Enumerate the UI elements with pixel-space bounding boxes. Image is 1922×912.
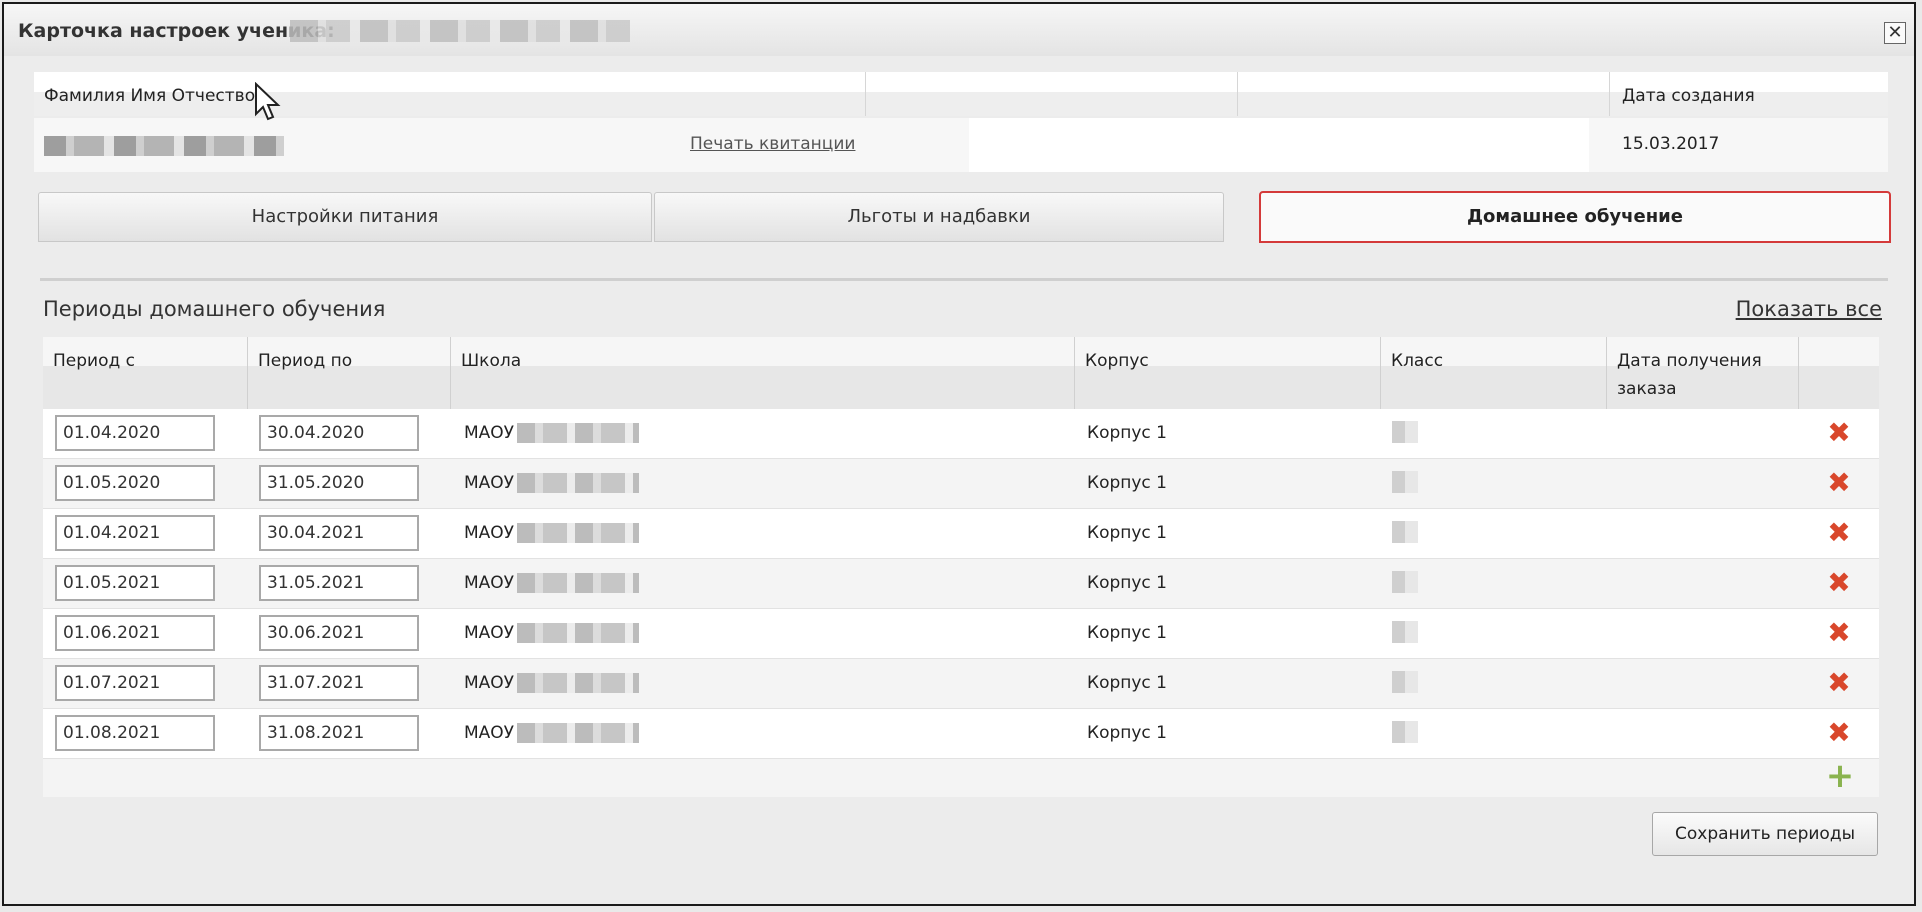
building-name: Корпус 1 <box>1087 473 1168 493</box>
school-name: МАОУ <box>464 623 515 643</box>
student-name-redacted <box>290 20 630 42</box>
class-redacted <box>1392 721 1418 743</box>
table-row: МАОУ Корпус 1 ✖ <box>43 709 1879 759</box>
period-to-input[interactable] <box>259 665 419 701</box>
th-order-date: Дата получения заказа <box>1607 337 1799 409</box>
period-from-input[interactable] <box>55 715 215 751</box>
delete-icon[interactable]: ✖ <box>1825 719 1853 747</box>
table-header: Период с Период по Школа Корпус Класс Да… <box>43 337 1879 409</box>
delete-icon[interactable]: ✖ <box>1825 519 1853 547</box>
period-from-input[interactable] <box>55 615 215 651</box>
school-name: МАОУ <box>464 673 515 693</box>
period-from-input[interactable] <box>55 515 215 551</box>
mouse-cursor-icon <box>255 82 281 121</box>
school-name: МАОУ <box>464 523 515 543</box>
delete-icon[interactable]: ✖ <box>1825 669 1853 697</box>
school-name-redacted <box>517 573 639 593</box>
header-col-date: Дата создания <box>1610 72 1888 116</box>
building-name: Корпус 1 <box>1087 573 1168 593</box>
period-to-input[interactable] <box>259 415 419 451</box>
header-full-name: Фамилия Имя Отчество <box>44 86 256 106</box>
full-name-redacted <box>44 136 284 156</box>
table-row: МАОУ Корпус 1 ✖ <box>43 609 1879 659</box>
dialog-title: Карточка настроек ученика: <box>18 20 335 42</box>
student-info-table: Фамилия Имя Отчество Дата создания Печат… <box>34 72 1888 172</box>
header-col-name: Фамилия Имя Отчество <box>34 72 866 116</box>
th-actions <box>1799 337 1879 409</box>
delete-icon[interactable]: ✖ <box>1825 469 1853 497</box>
section-title: Периоды домашнего обучения <box>43 297 386 321</box>
school-name-redacted <box>517 623 639 643</box>
print-receipt-link[interactable]: Печать квитанции <box>690 134 855 154</box>
info-empty-cell <box>969 118 1589 172</box>
building-name: Корпус 1 <box>1087 523 1168 543</box>
delete-icon[interactable]: ✖ <box>1825 569 1853 597</box>
tab-nutrition-settings[interactable]: Настройки питания <box>38 192 652 242</box>
class-redacted <box>1392 671 1418 693</box>
table-row: МАОУ Корпус 1 ✖ <box>43 509 1879 559</box>
school-name: МАОУ <box>464 573 515 593</box>
class-redacted <box>1392 621 1418 643</box>
period-to-input[interactable] <box>259 565 419 601</box>
close-icon[interactable]: ✕ <box>1884 22 1906 44</box>
add-icon[interactable]: + <box>1825 759 1855 793</box>
section-divider <box>40 278 1888 281</box>
tab-home-schooling[interactable]: Домашнее обучение <box>1259 191 1891 243</box>
th-period-from: Период с <box>43 337 248 409</box>
period-to-input[interactable] <box>259 515 419 551</box>
school-name-redacted <box>517 473 639 493</box>
th-school: Школа <box>451 337 1075 409</box>
school-name-redacted <box>517 423 639 443</box>
building-name: Корпус 1 <box>1087 423 1168 443</box>
dialog-titlebar: Карточка настроек ученика: ✕ <box>4 4 1914 56</box>
building-name: Корпус 1 <box>1087 723 1168 743</box>
show-all-link[interactable]: Показать все <box>1736 297 1882 321</box>
period-to-input[interactable] <box>259 715 419 751</box>
period-from-input[interactable] <box>55 665 215 701</box>
header-date-created: Дата создания <box>1622 86 1755 106</box>
period-from-input[interactable] <box>55 415 215 451</box>
home-schooling-periods-table: Период с Период по Школа Корпус Класс Да… <box>43 337 1879 797</box>
header-col-2 <box>866 72 1238 116</box>
add-row: + <box>43 759 1879 797</box>
school-name-redacted <box>517 523 639 543</box>
student-info-header: Фамилия Имя Отчество Дата создания <box>34 72 1888 116</box>
school-name-redacted <box>517 673 639 693</box>
building-name: Корпус 1 <box>1087 623 1168 643</box>
school-name-redacted <box>517 723 639 743</box>
table-row: МАОУ Корпус 1 ✖ <box>43 559 1879 609</box>
school-name: МАОУ <box>464 423 515 443</box>
delete-icon[interactable]: ✖ <box>1825 619 1853 647</box>
building-name: Корпус 1 <box>1087 673 1168 693</box>
school-name: МАОУ <box>464 723 515 743</box>
class-redacted <box>1392 421 1418 443</box>
period-to-input[interactable] <box>259 615 419 651</box>
header-col-3 <box>1238 72 1610 116</box>
tab-benefits[interactable]: Льготы и надбавки <box>654 192 1224 242</box>
date-created-value: 15.03.2017 <box>1622 134 1720 154</box>
class-redacted <box>1392 571 1418 593</box>
table-row: МАОУ Корпус 1 ✖ <box>43 659 1879 709</box>
table-row: МАОУ Корпус 1 ✖ <box>43 459 1879 509</box>
school-name: МАОУ <box>464 473 515 493</box>
save-periods-button[interactable]: Сохранить периоды <box>1652 812 1878 856</box>
class-redacted <box>1392 471 1418 493</box>
th-period-to: Период по <box>248 337 451 409</box>
student-info-row: Печать квитанции 15.03.2017 <box>34 118 1888 172</box>
table-row: МАОУ Корпус 1 ✖ <box>43 409 1879 459</box>
th-class: Класс <box>1381 337 1607 409</box>
table-body: МАОУ Корпус 1 ✖ МАОУ Корпус 1 ✖ МАОУ Кор… <box>43 409 1879 797</box>
period-to-input[interactable] <box>259 465 419 501</box>
delete-icon[interactable]: ✖ <box>1825 419 1853 447</box>
class-redacted <box>1392 521 1418 543</box>
th-building: Корпус <box>1075 337 1381 409</box>
period-from-input[interactable] <box>55 565 215 601</box>
period-from-input[interactable] <box>55 465 215 501</box>
